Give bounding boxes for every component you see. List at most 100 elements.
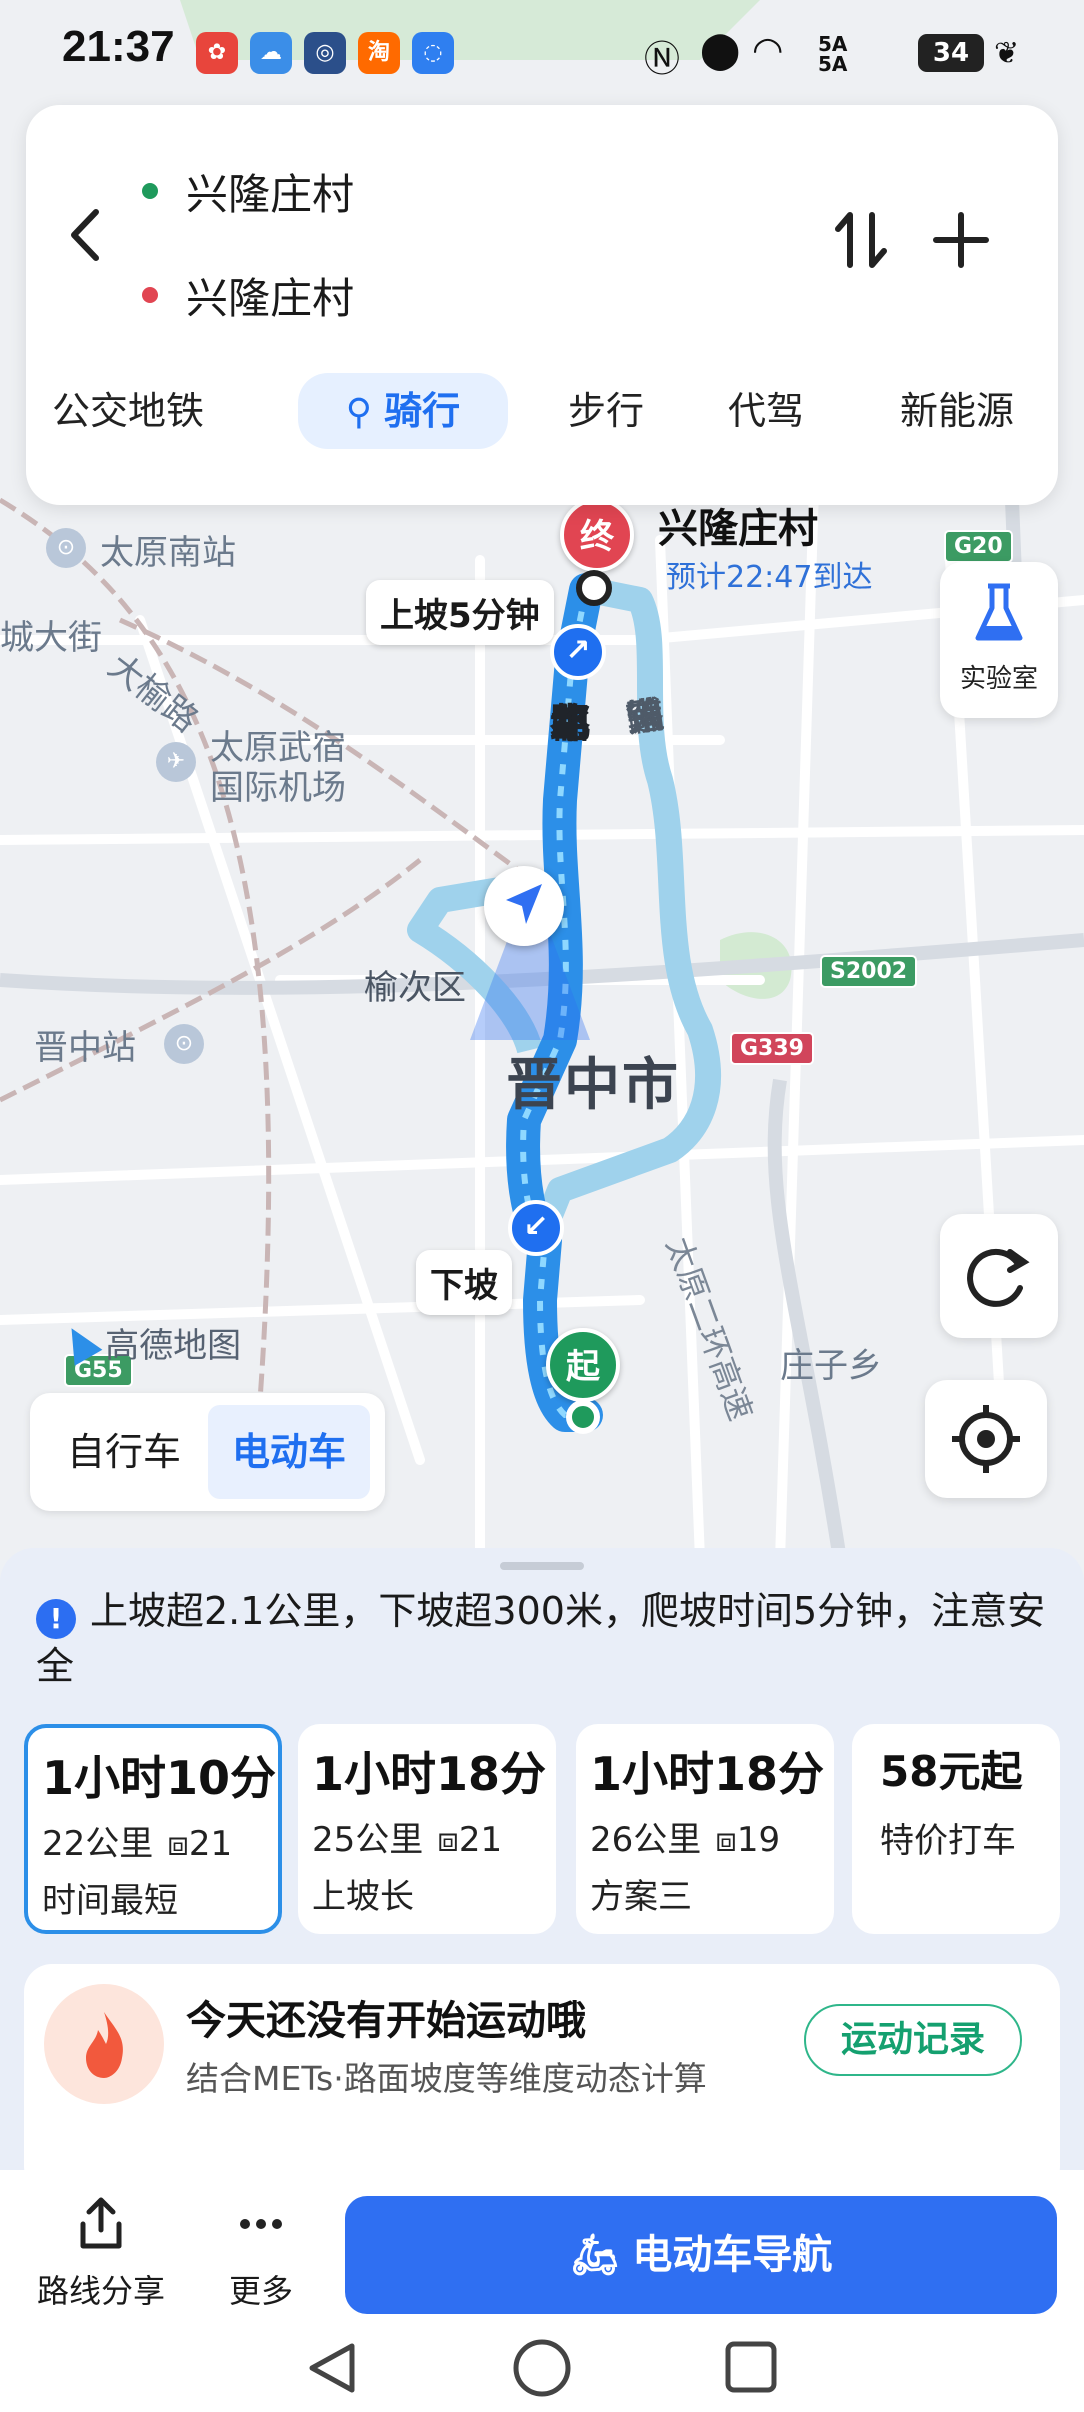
app-icon-red: ✿ (196, 32, 238, 74)
slope-notice-text: 上坡超2.1公里，下坡超300米，爬坡时间5分钟，注意安全 (36, 1589, 1046, 1688)
ebike-navigation-label: 电动车导航 (632, 2232, 833, 2278)
ebike-navigation-button[interactable]: 🛵︎ 电动车导航 (345, 2196, 1057, 2314)
shield-g339: G339 (730, 1032, 814, 1065)
start-point-marker (566, 1400, 600, 1434)
exercise-record-button[interactable]: 运动记录 (804, 2004, 1022, 2076)
route-tag: 上坡长 (312, 1877, 414, 1917)
lab-label: 实验室 (959, 664, 1038, 694)
route-distance: 26公里 ⧈19 (590, 1812, 820, 1861)
add-waypoint-button[interactable] (926, 205, 996, 275)
label-jinzhong-city: 晋中市 (506, 1053, 680, 1118)
flask-icon (975, 583, 1023, 641)
route-distance: 25公里 ⧈21 (312, 1812, 542, 1861)
tab-cycling[interactable]: ⚲ 骑行 (298, 373, 508, 449)
airport-icon: ✈ (156, 742, 196, 782)
turn-left-icon: ↙ (508, 1200, 564, 1256)
end-pin[interactable]: 终 (560, 498, 634, 572)
vehicle-toggle: 自行车 电动车 (30, 1393, 385, 1511)
traffic-light-count: 19 (736, 1820, 781, 1860)
share-route-button[interactable]: 路线分享 (26, 2194, 176, 2312)
more-button[interactable]: 更多 (186, 2194, 336, 2312)
system-navigation-bar (0, 2324, 1084, 2412)
downhill-callout[interactable]: 下坡 (416, 1250, 512, 1315)
tab-transit[interactable]: 公交地铁 (40, 373, 216, 449)
status-bar: 21:37 ✿ ☁ ◎ 淘 ◌ Ⓝ ⬤ ◠ 5A 5A 34 ❦ (0, 0, 1084, 110)
end-point-marker (576, 570, 612, 606)
end-location-row[interactable]: 兴隆庄村 (142, 265, 354, 325)
bicycle-icon: ⚲ (345, 392, 373, 433)
route-option-3[interactable]: 1小时18分 26公里 ⧈19 方案三 (576, 1724, 834, 1934)
train-station-icon-2: ⊙ (164, 1024, 204, 1064)
route-tag: 方案三 (590, 1877, 692, 1917)
plus-icon (933, 212, 989, 268)
navigation-arrow-icon (506, 884, 542, 924)
tab-walking[interactable]: 步行 (546, 373, 666, 449)
location-icon: ⬤ (700, 30, 741, 71)
fire-icon-svg (86, 2012, 123, 2078)
current-location-marker (484, 866, 564, 946)
route-time: 1小时10分 (42, 1751, 277, 1805)
end-location-text: 兴隆庄村 (186, 273, 355, 323)
chevron-left-icon (71, 209, 99, 261)
road-char: 路 (550, 701, 590, 747)
traffic-light-count: 21 (188, 1824, 233, 1864)
locate-button[interactable] (925, 1380, 1047, 1498)
exercise-card: 今天还没有开始运动哦 结合METs·路面坡度等维度动态计算 运动记录 (24, 1964, 1060, 2194)
eta-text: 预计22:47到达 (666, 560, 873, 595)
refresh-button[interactable] (940, 1214, 1058, 1338)
taxi-price: 58元起 (880, 1747, 1023, 1796)
traffic-light-icon: ⧈ (437, 1820, 459, 1860)
gaode-logo-text: 高德地图 (105, 1326, 242, 1366)
back-button[interactable] (56, 200, 116, 270)
label-yuci: 榆次区 (364, 968, 466, 1008)
road-char: 路 (623, 692, 668, 742)
nfc-icon: Ⓝ (644, 39, 681, 80)
wifi-icon: ◠ (752, 30, 784, 71)
start-location-text: 兴隆庄村 (186, 169, 355, 219)
tab-new-energy[interactable]: 新能源 (872, 373, 1042, 449)
route-time: 1小时18分 (312, 1747, 547, 1801)
label-taiyuan-south: 太原南站 (100, 533, 236, 573)
shield-s2002: S2002 (820, 955, 918, 988)
fire-icon (44, 1984, 164, 2104)
sheet-drag-handle[interactable] (500, 1562, 584, 1570)
travel-mode-tabs: 公交地铁 ⚲ 骑行 步行 代驾 新能源 (26, 373, 1058, 453)
label-dajie: 城大街 (0, 618, 102, 658)
more-label: 更多 (228, 2272, 293, 2310)
taobao-icon: 淘 (358, 32, 400, 74)
swap-button[interactable] (826, 205, 896, 275)
leaf-icon: ❦ (994, 36, 1020, 71)
system-nav-icons (309, 2339, 777, 2397)
app-icon-badge: ◎ (304, 32, 346, 74)
route-distance-value: 25公里 (312, 1820, 424, 1860)
start-location-row[interactable]: 兴隆庄村 (142, 161, 354, 221)
train-station-icon: ⊙ (46, 528, 86, 568)
turn-right-icon: ↗ (550, 624, 606, 680)
share-icon (80, 2197, 122, 2249)
route-card: 兴隆庄村 兴隆庄村 公交地铁 ⚲ 骑行 步行 代驾 新能源 (26, 105, 1058, 505)
status-time: 21:37 (62, 22, 175, 71)
option-ebike[interactable]: 电动车 (208, 1405, 370, 1499)
tab-designated-driver[interactable]: 代驾 (706, 373, 826, 449)
exercise-subtitle: 结合METs·路面坡度等维度动态计算 (186, 2059, 707, 2098)
refresh-icon (967, 1248, 1030, 1307)
lab-button[interactable]: 实验室 (940, 562, 1058, 718)
route-distance: 22公里 ⧈21 (42, 1816, 264, 1865)
weather-icon: ☁ (250, 32, 292, 74)
info-icon: ! (36, 1599, 76, 1639)
route-option-2[interactable]: 1小时18分 25公里 ⧈21 上坡长 (298, 1724, 556, 1934)
route-option-1[interactable]: 1小时10分 22公里 ⧈21 时间最短 (24, 1724, 282, 1934)
traffic-light-icon: ⧈ (167, 1824, 189, 1864)
shield-g20: G20 (944, 530, 1013, 563)
taxi-option[interactable]: 58元起 特价打车 (852, 1724, 1060, 1934)
option-bicycle[interactable]: 自行车 (44, 1405, 204, 1499)
uphill-callout[interactable]: 上坡5分钟 (366, 580, 554, 645)
action-bar: 路线分享 更多 🛵︎ 电动车导航 (0, 2170, 1084, 2412)
route-tag: 时间最短 (42, 1881, 178, 1921)
traffic-light-count: 21 (458, 1820, 503, 1860)
gaode-logo-icon (57, 1319, 103, 1366)
route-distance-value: 26公里 (590, 1820, 702, 1860)
start-pin[interactable]: 起 (546, 1328, 620, 1402)
share-route-label: 路线分享 (36, 2272, 165, 2310)
crosshair-icon (952, 1405, 1020, 1473)
